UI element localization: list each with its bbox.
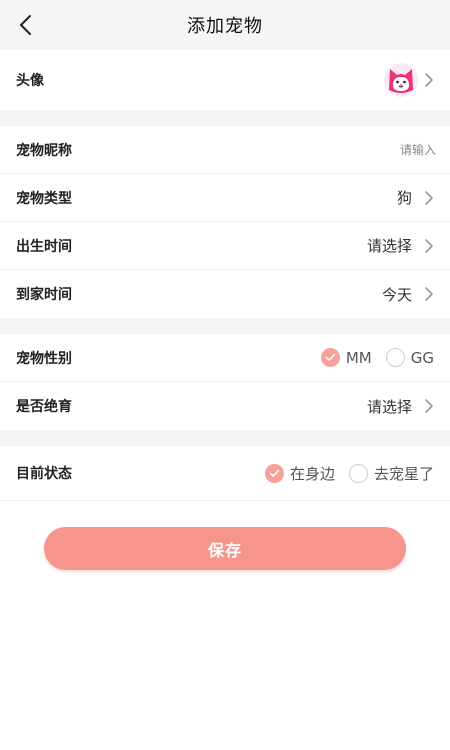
status-option-label: 在身边 bbox=[289, 464, 335, 483]
radio-unchecked-icon bbox=[385, 348, 405, 367]
gender-option-label: GG bbox=[410, 348, 434, 367]
gender-option-label: MM bbox=[345, 348, 372, 367]
nickname-input[interactable] bbox=[316, 142, 436, 157]
birth-time-label: 出生时间 bbox=[16, 238, 72, 255]
gender-option-gg[interactable]: GG bbox=[385, 348, 434, 367]
status-option-with-me[interactable]: 在身边 bbox=[264, 463, 335, 484]
pet-type-row[interactable]: 宠物类型 狗 bbox=[0, 174, 450, 222]
avatar-label: 头像 bbox=[16, 73, 44, 89]
save-button-wrap: 保存 bbox=[0, 501, 450, 570]
neutered-value: 请选择 bbox=[366, 397, 412, 416]
section-gap bbox=[0, 318, 450, 334]
chevron-right-icon bbox=[425, 238, 433, 253]
status-option-passed-away[interactable]: 去宠星了 bbox=[348, 463, 434, 484]
header-bar: 添加宠物 bbox=[0, 0, 450, 50]
arrival-time-label: 到家时间 bbox=[16, 287, 72, 303]
cat-face-icon bbox=[384, 63, 418, 97]
status-radio-group: 在身边 去宠星了 bbox=[264, 463, 434, 484]
gender-row: 宠物性别 MM GG bbox=[0, 334, 450, 382]
chevron-right-icon bbox=[425, 73, 433, 87]
radio-checked-icon bbox=[320, 348, 340, 367]
neutered-label: 是否绝育 bbox=[16, 399, 72, 415]
chevron-right-icon bbox=[425, 399, 433, 413]
radio-checked-icon bbox=[264, 463, 284, 483]
arrival-time-value: 今天 bbox=[381, 285, 412, 304]
chevron-right-icon bbox=[425, 287, 433, 301]
status-option-label: 去宠星了 bbox=[373, 464, 434, 483]
nickname-label: 宠物昵称 bbox=[16, 142, 72, 159]
pet-type-label: 宠物类型 bbox=[16, 190, 72, 207]
birth-time-value: 请选择 bbox=[366, 237, 412, 255]
gender-option-mm[interactable]: MM bbox=[320, 348, 372, 367]
section-gap bbox=[0, 110, 450, 126]
gender-label: 宠物性别 bbox=[16, 350, 72, 367]
page-title: 添加宠物 bbox=[187, 16, 263, 37]
radio-unchecked-icon bbox=[348, 463, 368, 483]
pet-type-value: 狗 bbox=[396, 189, 412, 207]
add-pet-page: 添加宠物 头像 宠物昵称 请输入 宠物类型 狗 出生时间 请选择 到家时间 今天… bbox=[0, 0, 450, 750]
section-gap bbox=[0, 430, 450, 446]
save-button[interactable]: 保存 bbox=[44, 527, 406, 570]
status-row: 目前状态 在身边 去宠星了 bbox=[0, 446, 450, 501]
neutered-row[interactable]: 是否绝育 请选择 bbox=[0, 382, 450, 430]
back-button[interactable] bbox=[10, 10, 40, 40]
avatar[interactable] bbox=[384, 63, 418, 97]
avatar-row[interactable]: 头像 bbox=[0, 50, 450, 110]
birth-time-row[interactable]: 出生时间 请选择 bbox=[0, 222, 450, 270]
chevron-left-icon bbox=[20, 15, 31, 35]
chevron-right-icon bbox=[425, 190, 433, 205]
nickname-row: 宠物昵称 bbox=[0, 126, 450, 174]
arrival-time-row[interactable]: 到家时间 今天 bbox=[0, 270, 450, 318]
status-label: 目前状态 bbox=[16, 466, 72, 482]
gender-radio-group: MM GG bbox=[320, 348, 434, 367]
